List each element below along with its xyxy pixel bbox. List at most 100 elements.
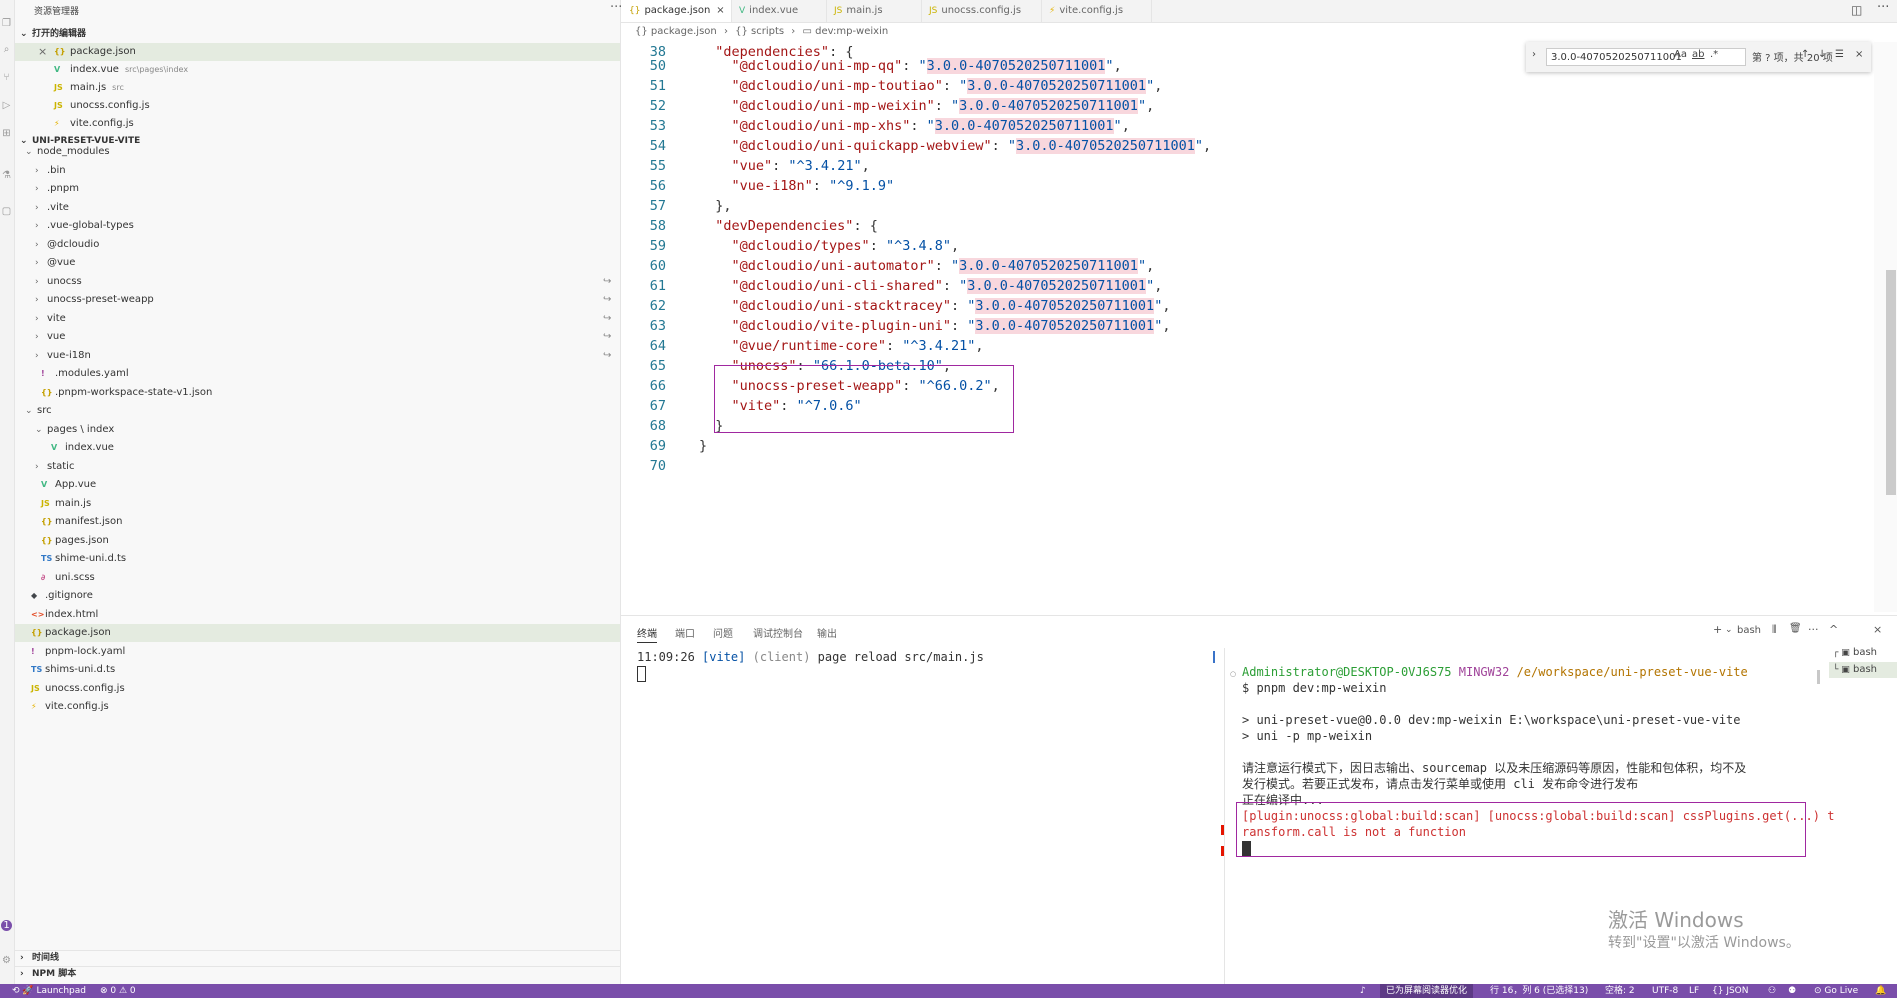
breadcrumb-script[interactable]: ▭ dev:mp-weixin [802, 26, 888, 37]
code-editor[interactable]: 38 "dependencies": {50 "@dcloudio/uni-mp… [621, 42, 1897, 612]
indentation-status[interactable]: 空格: 2 [1605, 984, 1635, 998]
eol-status[interactable]: LF [1689, 984, 1699, 998]
tree-file[interactable]: TS shime-uni.d.ts [15, 550, 620, 568]
open-editor-item[interactable]: ⚡ vite.config.js [15, 115, 620, 133]
tree-file[interactable]: TS shims-uni.d.ts [15, 661, 620, 679]
tab-index-vue[interactable]: Vindex.vue [731, 0, 827, 22]
open-editor-item[interactable]: JS unocss.config.js [15, 97, 620, 115]
next-match-icon[interactable]: ↓ [1818, 49, 1826, 60]
tree-folder[interactable]: ⌄ node_modules [15, 143, 620, 161]
tree-file[interactable]: {} .pnpm-workspace-state-v1.json [15, 384, 620, 402]
tree-file[interactable]: ⚡ vite.config.js [15, 698, 620, 716]
tree-folder[interactable]: › static [15, 458, 620, 476]
remote-icon[interactable]: ▢ [1, 206, 12, 217]
testing-icon[interactable]: ⚗ [1, 170, 12, 181]
tree-folder[interactable]: › .vite [15, 199, 620, 217]
breadcrumb-scripts[interactable]: {} scripts [735, 26, 784, 37]
terminal-list-item[interactable]: ┌ ▣ bash [1829, 645, 1897, 661]
panel-tab[interactable]: 输出 [817, 625, 837, 640]
find-toggle-replace-icon[interactable]: › [1532, 49, 1536, 60]
open-editors-section[interactable]: ⌄ 打开的编辑器 [15, 27, 620, 42]
close-find-icon[interactable]: × [1855, 49, 1863, 60]
terminal-scrollbar[interactable] [1817, 670, 1820, 684]
panel-tab[interactable]: 端口 [675, 625, 695, 640]
cursor-position-status[interactable]: 行 16，列 6 (已选择13) [1490, 984, 1588, 998]
tree-folder[interactable]: › .bin [15, 162, 620, 180]
tree-folder[interactable]: › @dcloudio [15, 236, 620, 254]
terminal-list-item[interactable]: └ ▣ bash [1829, 662, 1897, 678]
extensions-icon[interactable]: ⊞ [1, 128, 12, 139]
tree-folder[interactable]: › .vue-global-types [15, 217, 620, 235]
panel-tab[interactable]: 终端 [637, 625, 657, 643]
tree-folder[interactable]: › .pnpm [15, 180, 620, 198]
launchpad-status[interactable]: ⟲ 🚀 Launchpad [12, 984, 86, 998]
shell-label[interactable]: bash [1737, 625, 1761, 636]
tree-file[interactable]: <> index.html [15, 606, 620, 624]
search-icon[interactable]: ⌕ [1, 44, 12, 55]
tab-main-js[interactable]: JS main.js [826, 0, 922, 22]
match-case-icon[interactable]: Aa [1674, 49, 1687, 60]
panel-tab[interactable]: 问题 [713, 625, 733, 640]
open-editor-item[interactable]: JS main.js src [15, 79, 620, 97]
tree-file[interactable]: JS unocss.config.js [15, 680, 620, 698]
split-editor-icon[interactable]: ◫ [1851, 3, 1862, 17]
tree-file[interactable]: {} pages.json [15, 532, 620, 550]
tree-folder[interactable]: › unocss ↪ [15, 273, 620, 291]
tree-folder[interactable]: › vue ↪ [15, 328, 620, 346]
tab-unocss-config-js[interactable]: JS unocss.config.js [921, 0, 1042, 22]
accounts-badge-icon[interactable]: 1 [1, 920, 12, 931]
tree-folder[interactable]: ⌄ pages \ index [15, 421, 620, 439]
tree-file[interactable]: V App.vue [15, 476, 620, 494]
close-tab-icon[interactable]: × [716, 5, 724, 16]
editor-more-icon[interactable]: ··· [1877, 0, 1889, 15]
notifications-bell-left-icon[interactable]: ♪ [1360, 984, 1366, 998]
panel-more-icon[interactable]: ··· [1808, 623, 1819, 636]
timeline-section[interactable]: › 时间线 [15, 950, 620, 966]
kill-terminal-icon[interactable]: 🗑 [1789, 623, 1802, 634]
language-status[interactable]: {} JSON [1712, 984, 1749, 998]
new-terminal-icon[interactable]: + [1713, 623, 1722, 636]
tree-file[interactable]: Vindex.vue [15, 439, 620, 457]
tree-folder[interactable]: › @vue [15, 254, 620, 272]
command-decoration-icon[interactable]: ○ [1230, 670, 1236, 678]
source-control-icon[interactable]: ⑂ [1, 72, 12, 83]
tree-folder[interactable]: › vue-i18n ↪ [15, 347, 620, 365]
close-panel-icon[interactable]: × [1873, 623, 1882, 636]
npm-scripts-section[interactable]: › NPM 脚本 [15, 966, 620, 982]
whole-word-icon[interactable]: ab [1692, 49, 1704, 60]
tree-folder[interactable]: › vite ↪ [15, 310, 620, 328]
tree-file[interactable]: {} package.json [15, 624, 620, 642]
tab-vite-config-js[interactable]: ⚡ vite.config.js [1041, 0, 1152, 22]
open-editor-item[interactable]: × {} package.json [15, 43, 620, 61]
tree-file[interactable]: {} manifest.json [15, 513, 620, 531]
account-icon[interactable]: ⚉ [1788, 984, 1796, 998]
tree-file[interactable]: ◆ .gitignore [15, 587, 620, 605]
terminal-dropdown-icon[interactable]: ⌄ [1725, 625, 1733, 635]
tree-file[interactable]: JS main.js [15, 495, 620, 513]
explorer-icon[interactable]: ❐ [1, 18, 12, 29]
terminal-left[interactable]: 11:09:26 [vite] (client) page reload src… [637, 649, 984, 682]
tree-file[interactable]: ∂ uni.scss [15, 569, 620, 587]
regex-icon[interactable]: .* [1710, 49, 1718, 60]
encoding-status[interactable]: UTF-8 [1652, 984, 1678, 998]
notifications-bell-icon[interactable]: 🔔 [1875, 984, 1886, 998]
run-debug-icon[interactable]: ▷ [1, 100, 12, 111]
screen-reader-status[interactable]: 已为屏幕阅读器优化 [1380, 984, 1474, 998]
breadcrumb-file[interactable]: {} package.json [635, 26, 717, 37]
tree-file[interactable]: ! .modules.yaml [15, 365, 620, 383]
previous-match-icon[interactable]: ↑ [1801, 49, 1809, 60]
terminal-split-divider[interactable] [1224, 648, 1225, 984]
close-icon[interactable]: × [38, 43, 47, 61]
editor-scrollbar[interactable] [1886, 270, 1896, 495]
manage-gear-icon[interactable]: ⚙ [1, 955, 12, 966]
tree-folder[interactable]: › unocss-preset-weapp ↪ [15, 291, 620, 309]
open-editor-item[interactable]: Vindex.vue src\pages\index [15, 61, 620, 79]
tree-file[interactable]: ! pnpm-lock.yaml [15, 643, 620, 661]
copilot-icon[interactable]: ⚇ [1768, 984, 1776, 998]
find-in-selection-icon[interactable]: ☰ [1835, 49, 1844, 60]
split-terminal-icon[interactable]: ⫴ [1772, 623, 1777, 637]
panel-tab[interactable]: 调试控制台 [753, 625, 803, 640]
go-live-status[interactable]: ⊙ Go Live [1814, 984, 1858, 998]
problems-status[interactable]: ⊗ 0 ⚠ 0 [100, 984, 136, 998]
tree-folder[interactable]: ⌄ src [15, 402, 620, 420]
